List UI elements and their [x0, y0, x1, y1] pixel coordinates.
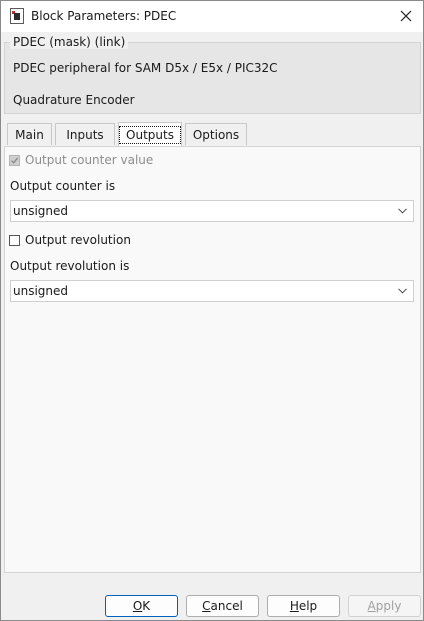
cancel-mnemonic: C — [202, 599, 211, 613]
ok-mnemonic: O — [132, 599, 143, 613]
tab-inputs[interactable]: Inputs — [55, 123, 115, 145]
close-icon — [400, 10, 412, 22]
output-revolution-is-label: Output revolution is — [10, 259, 130, 273]
output-revolution-is-value: unsigned — [13, 284, 69, 298]
apply-mnemonic: A — [367, 599, 376, 613]
close-button[interactable] — [393, 4, 419, 28]
apply-button[interactable]: Apply — [348, 595, 421, 617]
output-counter-is-label: Output counter is — [10, 179, 116, 193]
mask-description: PDEC peripheral for SAM D5x / E5x / PIC3… — [13, 61, 278, 75]
title-bar[interactable]: Block Parameters: PDEC — [1, 1, 423, 32]
window-title: Block Parameters: PDEC — [31, 9, 177, 23]
simulink-block-icon — [10, 8, 24, 24]
chevron-down-icon — [398, 208, 407, 214]
tab-main-label: Main — [15, 127, 44, 142]
tab-outputs[interactable]: Outputs — [118, 122, 182, 146]
tab-outputs-label: Outputs — [119, 125, 181, 144]
tab-inputs-label: Inputs — [66, 127, 104, 142]
apply-label-rest: pply — [375, 599, 402, 613]
tab-options[interactable]: Options — [185, 123, 247, 145]
tab-options-label: Options — [192, 127, 240, 142]
ok-label-rest: K — [142, 599, 151, 613]
help-button[interactable]: Help — [267, 595, 340, 617]
checkbox-box — [9, 154, 20, 166]
dialog-window: Block Parameters: PDEC PDEC (mask) (link… — [0, 0, 424, 621]
output-counter-value-label: Output counter value — [25, 153, 154, 167]
output-revolution-checkbox[interactable]: Output revolution — [9, 233, 131, 247]
help-label-rest: elp — [298, 599, 318, 613]
output-revolution-label: Output revolution — [25, 233, 131, 247]
checkbox-box — [9, 234, 20, 246]
chevron-down-icon — [398, 288, 407, 294]
output-counter-is-select[interactable]: unsigned — [10, 200, 414, 222]
checkmark-icon — [10, 157, 19, 164]
output-counter-is-value: unsigned — [13, 204, 69, 218]
mask-subtitle: Quadrature Encoder — [13, 93, 135, 107]
tab-main[interactable]: Main — [7, 123, 52, 145]
output-revolution-is-select[interactable]: unsigned — [10, 280, 414, 302]
cancel-button[interactable]: Cancel — [186, 595, 259, 617]
cancel-label-rest: ancel — [210, 599, 243, 613]
help-mnemonic: H — [289, 599, 299, 613]
output-counter-value-checkbox[interactable]: Output counter value — [9, 153, 153, 167]
ok-button[interactable]: OK — [105, 595, 178, 617]
mask-legend: PDEC (mask) (link) — [10, 35, 129, 49]
